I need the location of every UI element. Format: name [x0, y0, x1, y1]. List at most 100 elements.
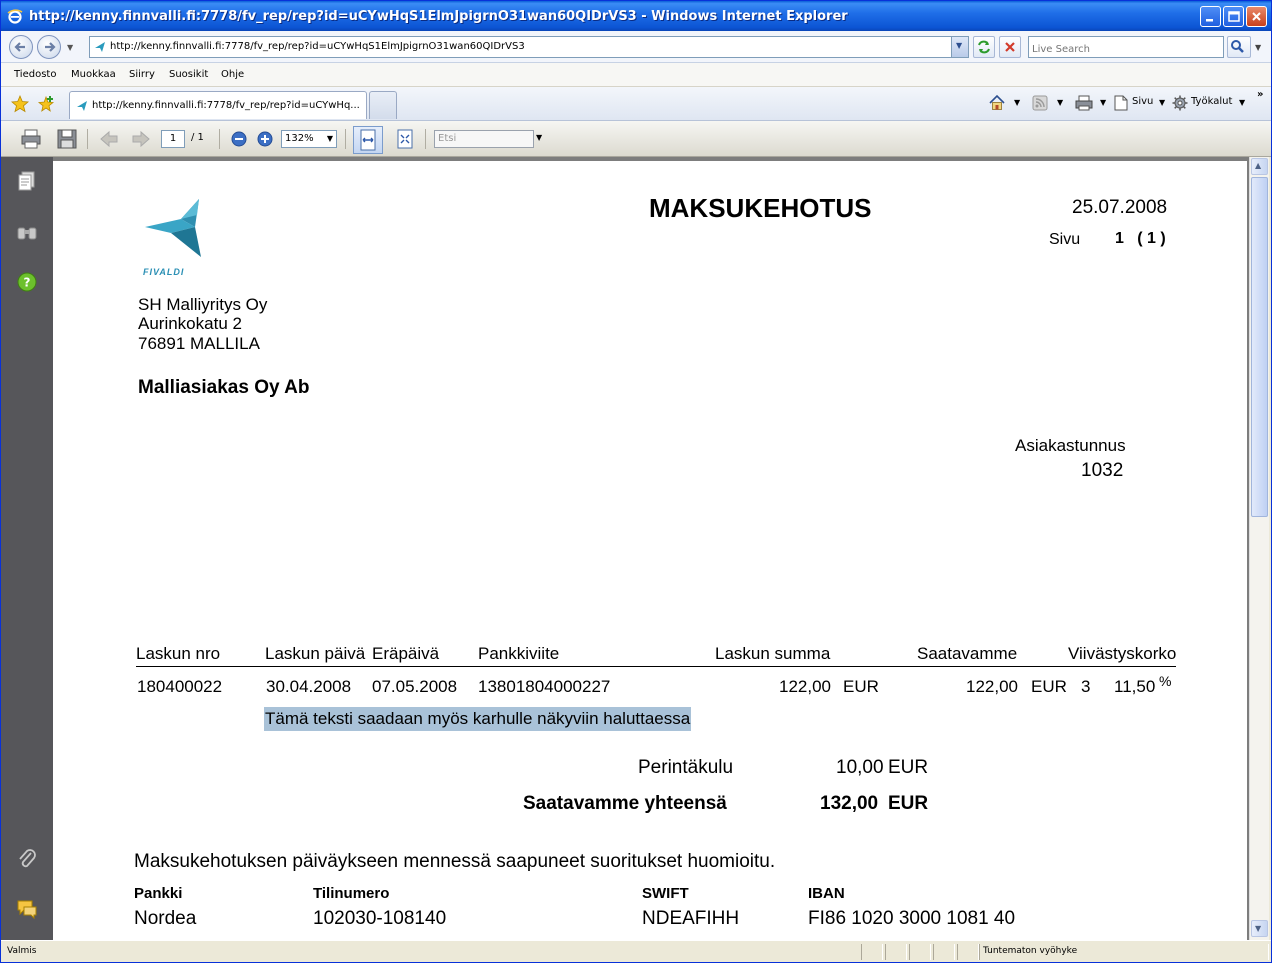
more-commands-icon[interactable]: » — [1257, 89, 1263, 100]
zoom-select[interactable]: 132% ▼ — [281, 130, 337, 148]
status-bar: Valmis Tuntematon vyöhyke — [1, 940, 1271, 962]
internet-explorer-icon — [7, 9, 23, 24]
menu-bar: Tiedosto Muokkaa Siirry Suosikit Ohje — [1, 63, 1271, 87]
next-page-icon[interactable] — [129, 127, 153, 151]
save-icon[interactable] — [55, 127, 79, 151]
previous-page-icon[interactable] — [97, 127, 121, 151]
row-invoice-currency: EUR — [843, 677, 879, 696]
print-icon[interactable] — [1074, 94, 1094, 112]
feeds-dropdown-icon[interactable]: ▼ — [1057, 98, 1063, 107]
menu-item-help[interactable]: Ohje — [221, 69, 244, 80]
back-arrow-icon — [14, 42, 25, 52]
page-label: Sivu — [1049, 231, 1081, 248]
search-button[interactable] — [1227, 36, 1251, 58]
fivaldi-logo-icon — [145, 199, 201, 257]
scroll-thumb[interactable] — [1251, 177, 1268, 517]
history-dropdown-icon[interactable]: ▼ — [67, 43, 73, 52]
binoculars-icon[interactable] — [15, 220, 39, 244]
find-input[interactable]: Etsi — [434, 130, 534, 148]
print-dropdown-icon[interactable]: ▼ — [1100, 98, 1106, 107]
tab-bar: http://kenny.finnvalli.fi:7778/fv_rep/re… — [1, 87, 1271, 121]
back-button[interactable] — [9, 35, 33, 59]
collection-fee-label: Perintäkulu — [638, 757, 734, 778]
page-menu-button[interactable]: Sivu — [1132, 96, 1153, 107]
tab-active[interactable]: http://kenny.finnvalli.fi:7778/fv_rep/re… — [69, 91, 367, 119]
title-bar[interactable]: http://kenny.finnvalli.fi:7778/fv_rep/re… — [1, 1, 1271, 31]
bank-header-swift: SWIFT — [642, 885, 689, 902]
address-url: http://kenny.finnvalli.fi:7778/fv_rep/re… — [110, 41, 525, 52]
total-label: Saatavamme yhteensä — [523, 793, 727, 814]
row-interest: 11,50 — [1114, 677, 1156, 696]
close-icon — [1252, 12, 1261, 21]
bank-header-account: Tilinumero — [313, 885, 390, 902]
find-dropdown-icon[interactable]: ▼ — [536, 133, 542, 142]
feeds-icon[interactable] — [1032, 95, 1048, 111]
address-dropdown-button[interactable]: ▼ — [951, 37, 968, 57]
address-field[interactable]: http://kenny.finnvalli.fi:7778/fv_rep/re… — [89, 36, 969, 58]
new-tab-button[interactable] — [369, 91, 397, 119]
print-document-icon[interactable] — [19, 127, 43, 151]
fit-width-button[interactable] — [353, 126, 383, 154]
page-number-input[interactable]: 1 — [161, 130, 185, 148]
scroll-up-button[interactable]: ▲ — [1251, 158, 1268, 175]
add-favorite-icon[interactable] — [37, 95, 55, 113]
close-button[interactable] — [1246, 6, 1267, 27]
maximize-button[interactable] — [1223, 6, 1244, 27]
page-dropdown-icon[interactable]: ▼ — [1159, 98, 1165, 107]
comments-icon[interactable] — [15, 897, 39, 921]
gear-icon — [1172, 95, 1188, 111]
toolbar-separator — [87, 129, 88, 149]
tools-dropdown-icon[interactable]: ▼ — [1239, 98, 1245, 107]
bank-swift: NDEAFIHH — [642, 908, 740, 929]
vertical-scrollbar[interactable]: ▲ ▼ — [1249, 157, 1269, 940]
live-search-input[interactable] — [1029, 39, 1223, 60]
row-receivable-currency: EUR — [1031, 677, 1067, 696]
page-value: 1 ( 1 ) — [1115, 230, 1166, 247]
refresh-icon — [978, 40, 990, 54]
menu-item-view[interactable]: Siirry — [129, 69, 155, 80]
customer-id-label: Asiakastunnus — [1015, 436, 1126, 455]
status-segment — [909, 944, 931, 960]
scroll-down-button[interactable]: ▼ — [1251, 920, 1268, 937]
pages-icon[interactable] — [15, 169, 39, 193]
chevron-down-icon: ▼ — [956, 41, 963, 50]
zoom-in-icon[interactable] — [255, 129, 275, 149]
search-options-dropdown-icon[interactable]: ▼ — [1255, 43, 1261, 52]
zoom-out-icon[interactable] — [229, 129, 249, 149]
document-heading: MAKSUKEHOTUS — [649, 193, 872, 223]
security-zone-text: Tuntematon vyöhyke — [983, 946, 1078, 956]
minimize-button[interactable] — [1200, 6, 1221, 27]
paperclip-icon[interactable] — [15, 847, 39, 871]
home-dropdown-icon[interactable]: ▼ — [1014, 98, 1020, 107]
pdf-toolbar: 1 / 1 132% ▼ Etsi ▼ — [1, 121, 1271, 157]
payment-note: Maksukehotuksen päiväykseen mennessä saa… — [134, 851, 776, 872]
menu-item-file[interactable]: Tiedosto — [14, 69, 56, 80]
pdf-navigation-pane: ? — [1, 157, 53, 940]
window-title: http://kenny.finnvalli.fi:7778/fv_rep/re… — [29, 9, 848, 24]
highlighted-note: Tämä teksti saadaan myös karhulle näkyvi… — [264, 707, 692, 731]
header-invoice-no: Laskun nro — [136, 644, 221, 663]
fit-width-icon — [360, 129, 376, 151]
document-view[interactable]: FIVALDI MAKSUKEHOTUS 25.07.2008 Sivu 1 (… — [53, 157, 1249, 940]
stop-button[interactable] — [999, 36, 1021, 58]
bank-header-bank: Pankki — [134, 885, 183, 902]
chevron-up-icon: ▲ — [1255, 161, 1262, 170]
tools-menu-button[interactable]: Työkalut — [1191, 96, 1232, 107]
row-invoice-no: 180400022 — [137, 677, 223, 696]
favorites-star-icon[interactable] — [11, 95, 29, 113]
logo-wordmark: FIVALDI — [143, 267, 185, 277]
forward-button[interactable] — [37, 35, 61, 59]
live-search-field[interactable] — [1028, 36, 1224, 60]
refresh-button[interactable] — [973, 36, 995, 58]
home-icon[interactable] — [988, 94, 1006, 112]
header-receivable: Saatavamme — [917, 644, 1018, 663]
zoom-value: 132% — [285, 133, 314, 144]
menu-item-edit[interactable]: Muokkaa — [71, 69, 116, 80]
help-icon[interactable]: ? — [15, 270, 39, 294]
address-toolbar: ▼ http://kenny.finnvalli.fi:7778/fv_rep/… — [1, 31, 1271, 63]
menu-item-favorites[interactable]: Suosikit — [169, 69, 208, 80]
fit-page-icon[interactable] — [393, 127, 417, 151]
table-divider — [136, 666, 1176, 667]
page-favicon-icon — [95, 42, 105, 52]
sender-city: 76891 MALLILA — [138, 334, 260, 353]
